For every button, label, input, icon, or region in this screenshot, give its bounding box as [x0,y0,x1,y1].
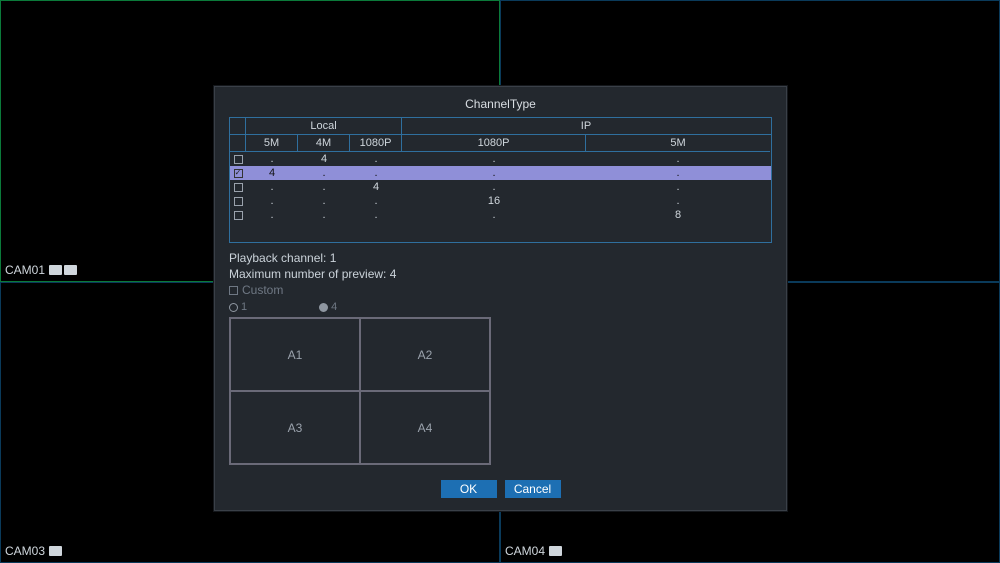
preview-cell[interactable]: A3 [230,391,360,464]
radio-icon [229,303,238,312]
camera-icon [49,546,62,556]
dialog-title: ChannelType [229,97,772,111]
row-checkbox[interactable] [234,169,243,178]
table-cell: . [298,180,350,194]
preview-cell[interactable]: A1 [230,318,360,391]
col-local-5m: 5M [246,135,298,152]
row-checkbox-cell[interactable] [230,169,246,178]
row-checkbox[interactable] [234,197,243,206]
table-cell: 4 [298,152,350,166]
table-cell: . [586,152,770,166]
table-group-header: Local IP [230,118,771,135]
camera-label-3: CAM03 [5,544,62,558]
table-row[interactable]: 4.... [230,166,771,180]
layout-radio-row: 14 [229,301,772,313]
radio-icon [319,303,328,312]
col-ip-5m: 5M [586,135,770,152]
camera-label-4: CAM04 [505,544,562,558]
table-row[interactable]: ...16. [230,194,771,208]
table-cell: 16 [402,194,586,208]
table-body: .4...4......4.....16.....8 [230,152,771,242]
channel-type-dialog: ChannelType Local IP 5M 4M 1080P 1080P 5… [214,86,787,511]
channel-config-table: Local IP 5M 4M 1080P 1080P 5M .4...4....… [229,117,772,243]
table-cell: . [298,208,350,222]
row-checkbox[interactable] [234,211,243,220]
row-checkbox-cell[interactable] [230,197,246,206]
table-row[interactable]: .4... [230,152,771,166]
group-header-ip: IP [402,118,770,134]
radio-label-text: 1 [241,301,247,313]
cancel-button[interactable]: Cancel [505,480,561,498]
table-cell: 4 [246,166,298,180]
custom-label: Custom [242,283,283,297]
ok-button[interactable]: OK [441,480,497,498]
table-cell: . [586,180,770,194]
col-ip-1080p: 1080P [402,135,586,152]
table-column-header: 5M 4M 1080P 1080P 5M [230,135,771,152]
table-cell: . [350,208,402,222]
table-cell: . [246,152,298,166]
row-checkbox[interactable] [234,183,243,192]
preview-cell[interactable]: A2 [360,318,490,391]
table-row[interactable]: ....8 [230,208,771,222]
playback-channel-label: Playback channel: 1 [229,251,772,265]
row-checkbox[interactable] [234,155,243,164]
layout-radio-option[interactable]: 1 [229,301,247,313]
table-cell: . [246,208,298,222]
radio-label-text: 4 [331,301,337,313]
camera-icon [64,265,77,275]
max-preview-label: Maximum number of preview: 4 [229,267,772,281]
camera-label-1: CAM01 [5,263,77,277]
camera-name: CAM03 [5,544,45,558]
table-cell: 4 [350,180,402,194]
table-cell: . [350,194,402,208]
custom-checkbox[interactable] [229,286,238,295]
row-checkbox-cell[interactable] [230,183,246,192]
table-cell: . [350,152,402,166]
speaker-icon [49,265,62,275]
table-cell: . [402,152,586,166]
table-cell: . [402,208,586,222]
camera-name: CAM04 [505,544,545,558]
preview-cell[interactable]: A4 [360,391,490,464]
group-header-local: Local [246,118,402,134]
col-local-1080p: 1080P [350,135,402,152]
table-cell: . [402,180,586,194]
table-row[interactable]: ..4.. [230,180,771,194]
table-cell: . [350,166,402,180]
table-cell: . [402,166,586,180]
table-cell: . [246,194,298,208]
table-cell: . [298,194,350,208]
dialog-button-row: OK Cancel [229,470,772,498]
table-cell: . [586,194,770,208]
layout-radio-option[interactable]: 4 [319,301,337,313]
row-checkbox-cell[interactable] [230,211,246,220]
table-cell: . [586,166,770,180]
camera-name: CAM01 [5,263,45,277]
table-cell: 8 [586,208,770,222]
preview-grid: A1A2A3A4 [229,317,491,465]
table-cell: . [246,180,298,194]
col-local-4m: 4M [298,135,350,152]
row-checkbox-cell[interactable] [230,155,246,164]
custom-row[interactable]: Custom [229,283,772,297]
camera-icon [549,546,562,556]
table-cell: . [298,166,350,180]
